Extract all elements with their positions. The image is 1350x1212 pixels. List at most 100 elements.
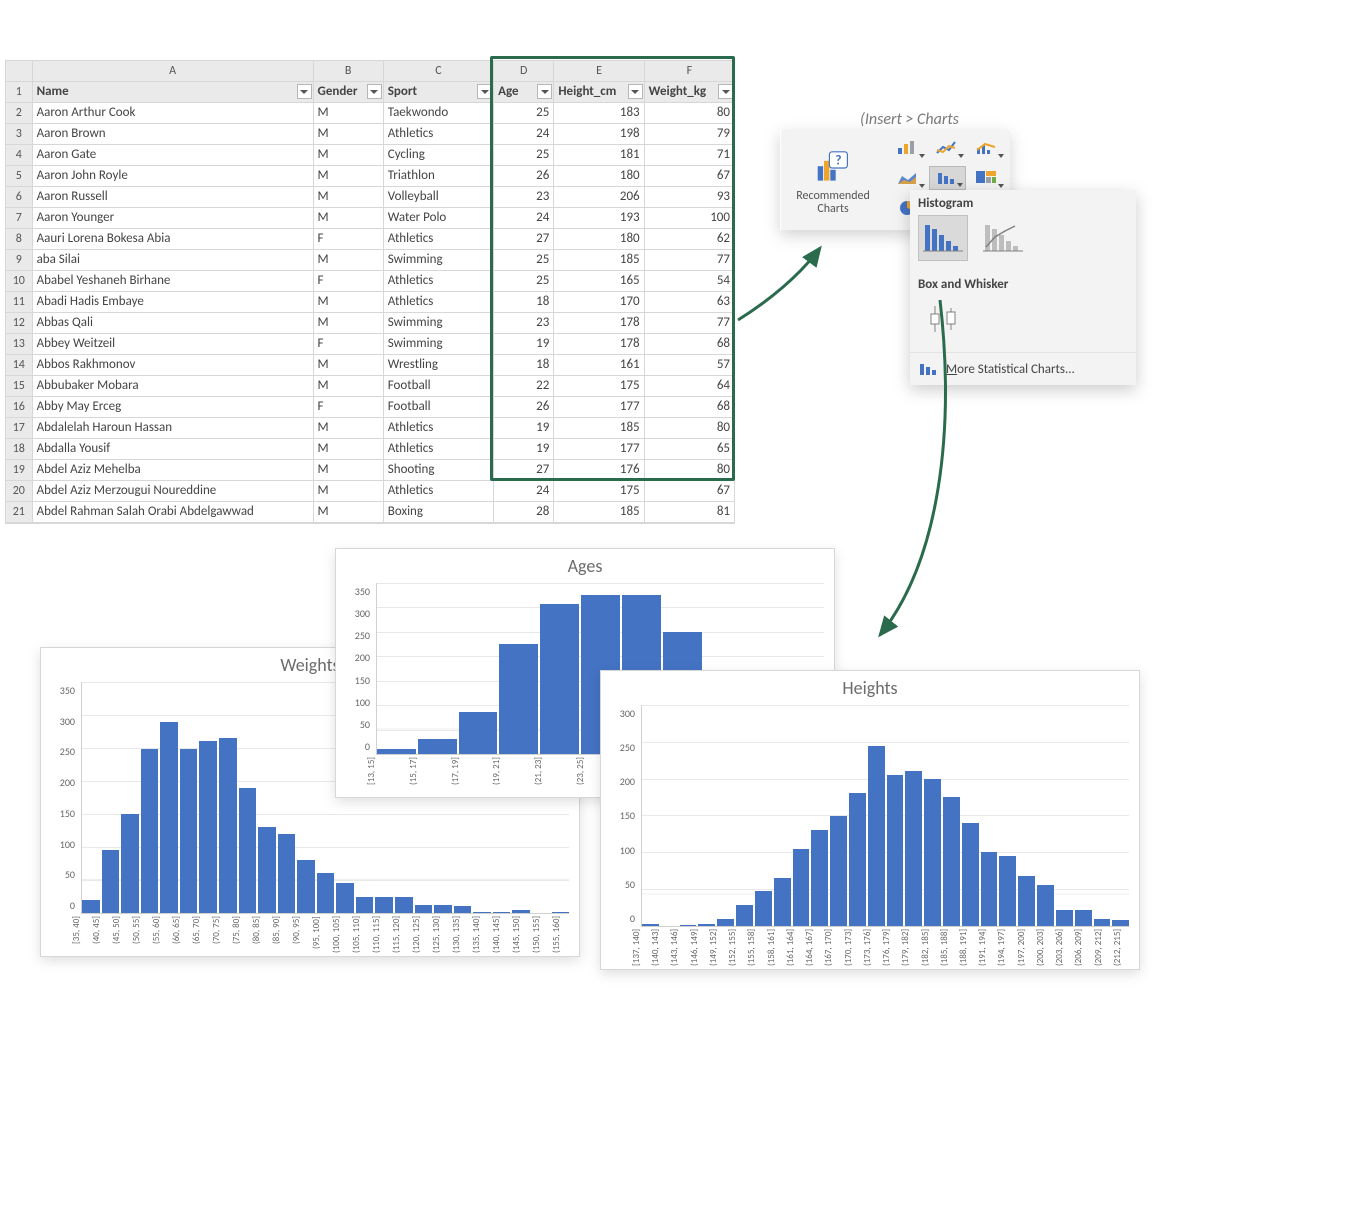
cell-weight[interactable]: 64 <box>644 376 734 397</box>
cell-gender[interactable]: M <box>313 502 383 523</box>
table-row[interactable]: 3Aaron BrownMAthletics2419879 <box>6 124 735 145</box>
cell-age[interactable]: 25 <box>494 145 554 166</box>
cell-gender[interactable]: M <box>313 103 383 124</box>
cell-weight[interactable]: 62 <box>644 229 734 250</box>
cell-sport[interactable]: Water Polo <box>383 208 493 229</box>
cell-sport[interactable]: Volleyball <box>383 187 493 208</box>
table-row[interactable]: 11Abadi Hadis EmbayeMAthletics1817063 <box>6 292 735 313</box>
cell-height[interactable]: 185 <box>554 418 644 439</box>
row-number[interactable]: 15 <box>6 376 32 397</box>
row-number[interactable]: 5 <box>6 166 32 187</box>
cell-name[interactable]: Abby May Erceg <box>32 397 313 418</box>
cell-age[interactable]: 27 <box>494 460 554 481</box>
cell-weight[interactable]: 80 <box>644 460 734 481</box>
cell-sport[interactable]: Athletics <box>383 418 493 439</box>
cell-sport[interactable]: Cycling <box>383 145 493 166</box>
row-number[interactable]: 16 <box>6 397 32 418</box>
table-row[interactable]: 7Aaron YoungerMWater Polo24193100 <box>6 208 735 229</box>
header-age[interactable]: Age <box>494 82 554 103</box>
table-row[interactable]: 6Aaron RussellMVolleyball2320693 <box>6 187 735 208</box>
cell-name[interactable]: Abbas Qali <box>32 313 313 334</box>
cell-gender[interactable]: F <box>313 334 383 355</box>
cell-sport[interactable]: Shooting <box>383 460 493 481</box>
cell-age[interactable]: 25 <box>494 271 554 292</box>
col-E[interactable]: E <box>554 61 644 82</box>
cell-gender[interactable]: M <box>313 460 383 481</box>
col-F[interactable]: F <box>644 61 734 82</box>
row-number[interactable]: 19 <box>6 460 32 481</box>
row-number[interactable]: 2 <box>6 103 32 124</box>
cell-age[interactable]: 19 <box>494 439 554 460</box>
statistical-chart-icon[interactable] <box>929 166 967 190</box>
cell-name[interactable]: Abadi Hadis Embaye <box>32 292 313 313</box>
cell-name[interactable]: Abbey Weitzeil <box>32 334 313 355</box>
column-headers[interactable]: A B C D E F <box>6 61 735 82</box>
table-row[interactable]: 8Aauri Lorena Bokesa AbiaFAthletics27180… <box>6 229 735 250</box>
cell-age[interactable]: 25 <box>494 250 554 271</box>
filter-icon[interactable] <box>297 84 312 99</box>
cell-gender[interactable]: M <box>313 250 383 271</box>
cell-gender[interactable]: F <box>313 229 383 250</box>
cell-weight[interactable]: 57 <box>644 355 734 376</box>
cell-age[interactable]: 24 <box>494 124 554 145</box>
cell-weight[interactable]: 68 <box>644 334 734 355</box>
cell-gender[interactable]: M <box>313 124 383 145</box>
cell-name[interactable]: Ababel Yeshaneh Birhane <box>32 271 313 292</box>
cell-age[interactable]: 25 <box>494 103 554 124</box>
table-row[interactable]: 5Aaron John RoyleMTriathlon2618067 <box>6 166 735 187</box>
cell-sport[interactable]: Athletics <box>383 124 493 145</box>
cell-weight[interactable]: 93 <box>644 187 734 208</box>
cell-height[interactable]: 178 <box>554 313 644 334</box>
cell-name[interactable]: Abdel Aziz Mehelba <box>32 460 313 481</box>
cell-sport[interactable]: Athletics <box>383 229 493 250</box>
cell-height[interactable]: 185 <box>554 502 644 523</box>
cell-gender[interactable]: F <box>313 397 383 418</box>
cell-name[interactable]: Aaron Arthur Cook <box>32 103 313 124</box>
cell-height[interactable]: 180 <box>554 229 644 250</box>
cell-age[interactable]: 19 <box>494 334 554 355</box>
cell-weight[interactable]: 80 <box>644 418 734 439</box>
cell-height[interactable]: 170 <box>554 292 644 313</box>
row-number[interactable]: 9 <box>6 250 32 271</box>
cell-weight[interactable]: 81 <box>644 502 734 523</box>
cell-height[interactable]: 175 <box>554 481 644 502</box>
table-row[interactable]: 12Abbas QaliMSwimming2317877 <box>6 313 735 334</box>
cell-age[interactable]: 18 <box>494 292 554 313</box>
header-gender[interactable]: Gender <box>313 82 383 103</box>
row-number[interactable]: 18 <box>6 439 32 460</box>
cell-weight[interactable]: 71 <box>644 145 734 166</box>
row-number[interactable]: 20 <box>6 481 32 502</box>
cell-weight[interactable]: 100 <box>644 208 734 229</box>
spreadsheet[interactable]: A B C D E F 1 Name Gender Sport Age Heig… <box>5 60 735 524</box>
recommended-charts-button[interactable]: ? RecommendedCharts <box>781 130 885 230</box>
header-height[interactable]: Height_cm <box>554 82 644 103</box>
cell-sport[interactable]: Athletics <box>383 271 493 292</box>
cell-gender[interactable]: M <box>313 166 383 187</box>
row-number[interactable]: 12 <box>6 313 32 334</box>
bar-chart-icon[interactable] <box>889 136 927 160</box>
cell-gender[interactable]: M <box>313 481 383 502</box>
cell-gender[interactable]: M <box>313 292 383 313</box>
cell-height[interactable]: 178 <box>554 334 644 355</box>
table-row[interactable]: 13Abbey WeitzeilFSwimming1917868 <box>6 334 735 355</box>
cell-name[interactable]: Abdalelah Haroun Hassan <box>32 418 313 439</box>
row-number[interactable]: 4 <box>6 145 32 166</box>
col-A[interactable]: A <box>32 61 313 82</box>
cell-name[interactable]: Abbubaker Mobara <box>32 376 313 397</box>
cell-name[interactable]: Aaron Younger <box>32 208 313 229</box>
table-row[interactable]: 18Abdalla YousifMAthletics1917765 <box>6 439 735 460</box>
row-number[interactable]: 3 <box>6 124 32 145</box>
cell-weight[interactable]: 77 <box>644 250 734 271</box>
cell-name[interactable]: Aaron Russell <box>32 187 313 208</box>
cell-sport[interactable]: Swimming <box>383 334 493 355</box>
row-number[interactable]: 14 <box>6 355 32 376</box>
cell-name[interactable]: Abdel Rahman Salah Orabi Abdelgawwad <box>32 502 313 523</box>
cell-sport[interactable]: Wrestling <box>383 355 493 376</box>
pareto-icon[interactable] <box>978 215 1028 261</box>
cell-height[interactable]: 177 <box>554 397 644 418</box>
histogram-icon[interactable] <box>918 215 968 261</box>
cell-name[interactable]: Aauri Lorena Bokesa Abia <box>32 229 313 250</box>
row-number[interactable]: 6 <box>6 187 32 208</box>
cell-name[interactable]: Aaron John Royle <box>32 166 313 187</box>
filter-icon[interactable] <box>477 84 492 99</box>
